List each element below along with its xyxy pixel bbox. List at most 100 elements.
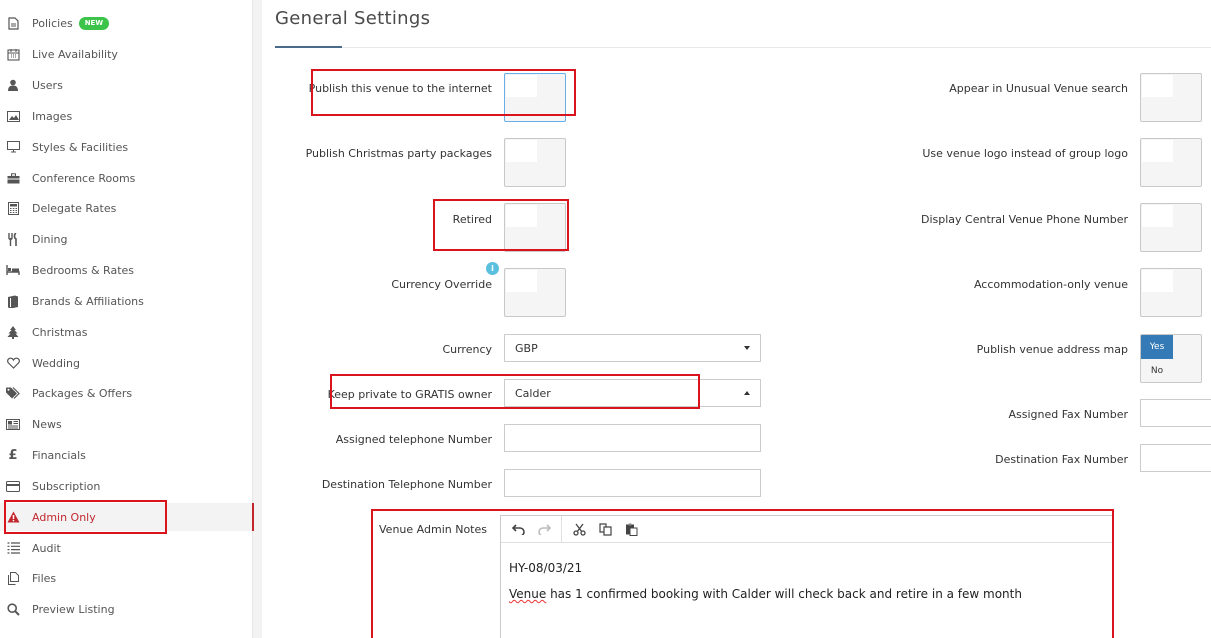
sidebar-item-label: Subscription	[32, 479, 101, 493]
sidebar-item-label: Images	[32, 109, 73, 123]
destination-telephone-label: Destination Telephone Number	[321, 478, 492, 491]
highlight-box-publish-venue	[311, 69, 576, 116]
accommodation-only-toggle[interactable]	[1140, 268, 1202, 317]
page-title: General Settings	[275, 8, 431, 29]
sidebar-item-news[interactable]: News	[0, 410, 253, 438]
monitor-icon	[6, 140, 20, 154]
cutlery-icon	[6, 232, 20, 246]
sidebar-item-files[interactable]: Files	[0, 564, 253, 592]
sidebar-item-label: Files	[32, 571, 57, 585]
tree-icon	[6, 325, 20, 339]
sidebar-item-brands-affiliations[interactable]: Brands & Affiliations	[0, 287, 253, 315]
toggle-knob	[506, 140, 537, 162]
sidebar-item-label: Delegate Rates	[32, 201, 117, 215]
unusual-venue-search-toggle[interactable]	[1140, 73, 1202, 122]
currency-label: Currency	[442, 343, 492, 356]
sidebar: Policies NEW Live Availability Users Ima…	[0, 0, 254, 638]
destination-fax-label: Destination Fax Number	[995, 453, 1128, 466]
sidebar-item-label: Policies	[32, 16, 73, 30]
sidebar-item-label: Styles & Facilities	[32, 140, 129, 154]
venue-logo-label: Use venue logo instead of group logo	[922, 147, 1128, 160]
briefcase-icon	[6, 171, 20, 185]
document-icon	[6, 16, 20, 30]
sidebar-item-styles-facilities[interactable]: Styles & Facilities	[0, 133, 253, 161]
publish-christmas-toggle[interactable]	[504, 138, 566, 187]
assigned-fax-input[interactable]	[1140, 399, 1211, 427]
assigned-telephone-label: Assigned telephone Number	[335, 433, 492, 446]
highlight-box-admin-notes	[371, 509, 1114, 638]
sidebar-item-audit[interactable]: Audit	[0, 534, 253, 562]
sidebar-item-label: Audit	[32, 541, 61, 555]
sidebar-item-images[interactable]: Images	[0, 102, 253, 130]
tags-icon	[6, 386, 20, 400]
venue-logo-toggle[interactable]	[1140, 138, 1202, 187]
sidebar-item-label: Conference Rooms	[32, 171, 136, 185]
highlight-box-retired	[433, 199, 569, 251]
no-option[interactable]: No	[1141, 359, 1173, 382]
assigned-fax-label: Assigned Fax Number	[1008, 408, 1129, 421]
sidebar-item-label: Wedding	[32, 356, 80, 370]
highlight-box-admin-only	[4, 500, 167, 534]
publish-christmas-label: Publish Christmas party packages	[305, 147, 492, 160]
sidebar-item-christmas[interactable]: Christmas	[0, 318, 253, 346]
sidebar-item-label: Financials	[32, 448, 86, 462]
bed-icon	[6, 263, 20, 277]
sidebar-item-conference-rooms[interactable]: Conference Rooms	[0, 164, 253, 192]
currency-override-toggle[interactable]	[504, 268, 566, 317]
central-phone-label: Display Central Venue Phone Number	[921, 213, 1128, 226]
yes-option[interactable]: Yes	[1141, 335, 1173, 359]
chevron-up-icon	[744, 391, 750, 395]
currency-select-value: GBP	[515, 341, 538, 355]
sidebar-item-label: News	[32, 417, 62, 431]
image-icon	[6, 109, 20, 123]
sidebar-item-packages-offers[interactable]: Packages & Offers	[0, 379, 253, 407]
book-icon	[6, 294, 20, 308]
chevron-down-icon	[744, 346, 750, 350]
central-phone-toggle[interactable]	[1140, 203, 1202, 252]
files-icon	[6, 571, 20, 585]
currency-select[interactable]: GBP	[504, 334, 761, 362]
sidebar-item-wedding[interactable]: Wedding	[0, 349, 253, 377]
highlight-box-keep-private	[330, 374, 700, 409]
sidebar-item-label: Dining	[32, 232, 68, 246]
address-map-toggle[interactable]: Yes No	[1140, 334, 1202, 383]
list-icon	[6, 541, 20, 555]
sidebar-item-dining[interactable]: Dining	[0, 225, 253, 253]
search-icon	[6, 602, 20, 616]
assigned-telephone-input[interactable]	[504, 424, 761, 452]
destination-fax-input[interactable]	[1140, 444, 1211, 472]
toggle-knob	[1142, 75, 1173, 97]
address-map-label: Publish venue address map	[976, 343, 1128, 356]
sidebar-item-label: Christmas	[32, 325, 88, 339]
info-icon[interactable]: i	[486, 262, 499, 275]
sidebar-item-label: Live Availability	[32, 47, 118, 61]
newspaper-icon	[6, 417, 20, 431]
sidebar-item-label: Packages & Offers	[32, 386, 133, 400]
user-icon	[6, 78, 20, 92]
toggle-knob	[506, 270, 537, 292]
currency-override-label: Currency Override	[391, 278, 492, 291]
accommodation-only-label: Accommodation-only venue	[973, 278, 1128, 291]
pound-icon: £	[8, 447, 18, 463]
toggle-knob	[1142, 270, 1173, 292]
sidebar-item-policies[interactable]: Policies NEW	[0, 9, 253, 37]
calculator-icon	[6, 201, 20, 215]
destination-telephone-input[interactable]	[504, 469, 761, 497]
title-underline	[275, 46, 342, 48]
toggle-knob	[1142, 205, 1173, 227]
sidebar-item-subscription[interactable]: Subscription	[0, 472, 253, 500]
credit-card-icon	[6, 479, 20, 493]
heart-icon	[6, 356, 20, 370]
sidebar-item-financials[interactable]: £ Financials	[0, 441, 253, 469]
unusual-venue-search-label: Appear in Unusual Venue search	[949, 82, 1128, 95]
sidebar-item-label: Users	[32, 78, 63, 92]
title-divider	[275, 47, 1211, 48]
sidebar-item-label: Brands & Affiliations	[32, 294, 144, 308]
new-badge: NEW	[78, 16, 110, 30]
sidebar-item-preview-listing[interactable]: Preview Listing	[0, 595, 253, 623]
sidebar-item-live-availability[interactable]: Live Availability	[0, 40, 253, 68]
sidebar-item-users[interactable]: Users	[0, 71, 253, 99]
sidebar-item-bedrooms-rates[interactable]: Bedrooms & Rates	[0, 256, 253, 284]
sidebar-item-delegate-rates[interactable]: Delegate Rates	[0, 194, 253, 222]
sidebar-item-label: Bedrooms & Rates	[32, 263, 135, 277]
